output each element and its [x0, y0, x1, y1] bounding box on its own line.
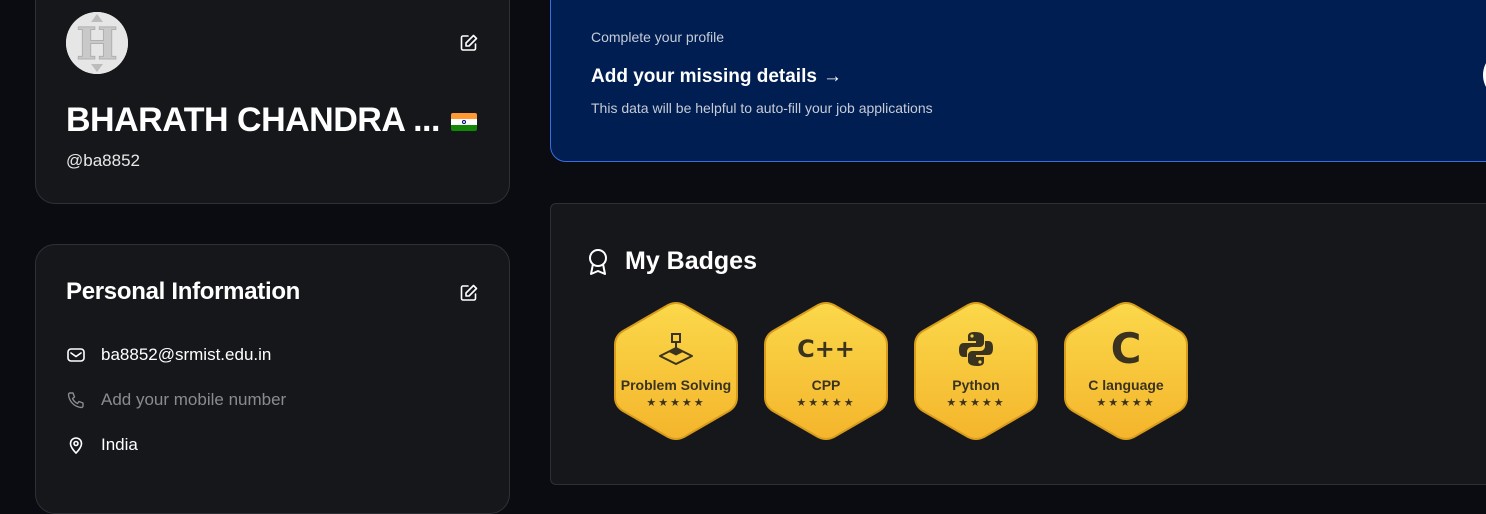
banner-kicker: Complete your profile [591, 29, 725, 45]
badge-stars: ★★★★★ [796, 397, 856, 409]
location-pin-icon [69, 437, 83, 455]
add-missing-details-link[interactable]: Add your missing details → [591, 66, 842, 88]
badge-python[interactable]: Python ★★★★★ [913, 301, 1039, 441]
badge-problem-solving[interactable]: Problem Solving ★★★★★ [613, 301, 739, 441]
badge-stars: ★★★★★ [946, 397, 1006, 409]
edit-icon [460, 284, 478, 301]
problem-solving-icon [613, 329, 739, 369]
profile-handle: @ba8852 [66, 151, 140, 170]
banner-description: This data will be helpful to auto-fill y… [591, 100, 933, 116]
complete-profile-banner: Complete your profile Add your missing d… [550, 0, 1486, 162]
badges-title: My Badges [625, 247, 757, 275]
mail-icon [67, 348, 85, 362]
profile-name: BHARATH CHANDRA ... [66, 101, 440, 139]
hexagon-badge-shape [614, 302, 738, 440]
badges-card: My Badges Problem Solving ★★★★★ C++ CPP … [550, 203, 1486, 485]
badge-c-language[interactable]: C C language ★★★★★ [1063, 301, 1189, 441]
phone-icon [67, 392, 84, 409]
avatar[interactable]: H [66, 12, 128, 74]
banner-cta-label: Add your missing details [591, 66, 817, 87]
badges-header: My Badges [585, 247, 757, 276]
c-language-icon: C [1110, 324, 1142, 373]
personal-info-card: Personal Information ba8852@srmist.edu.i… [35, 244, 510, 514]
email-value: ba8852@srmist.edu.in [101, 345, 272, 364]
email-row: ba8852@srmist.edu.in [66, 345, 271, 365]
personal-info-title: Personal Information [66, 278, 301, 305]
arrow-right-icon: → [822, 66, 842, 87]
svg-text:H: H [76, 19, 118, 70]
profile-card: H BHARATH CHANDRA ... @ba8852 [35, 0, 510, 204]
edit-personal-info-button[interactable] [459, 283, 479, 303]
edit-profile-button[interactable] [459, 33, 479, 53]
python-icon [913, 329, 1039, 369]
cpp-icon: C++ [797, 335, 855, 363]
badge-label: C language [1088, 377, 1164, 393]
avatar-letter-icon: H [66, 12, 128, 74]
badge-label: Problem Solving [620, 377, 732, 393]
badge-stars: ★★★★★ [1096, 397, 1156, 409]
country-value: India [101, 435, 138, 454]
award-ribbon-icon [589, 248, 607, 275]
location-row: India [66, 435, 138, 455]
hexagon-badge-shape [914, 302, 1038, 440]
badge-label: Python [952, 377, 1000, 393]
badge-label: CPP [811, 377, 841, 393]
edit-icon [460, 34, 478, 51]
hexagon-badge-shape [764, 302, 888, 440]
badge-stars: ★★★★★ [646, 397, 706, 409]
badge-cpp[interactable]: C++ CPP ★★★★★ [763, 301, 889, 441]
mobile-row[interactable]: Add your mobile number [66, 390, 286, 410]
india-flag-icon [451, 113, 477, 131]
mobile-placeholder[interactable]: Add your mobile number [101, 390, 286, 410]
